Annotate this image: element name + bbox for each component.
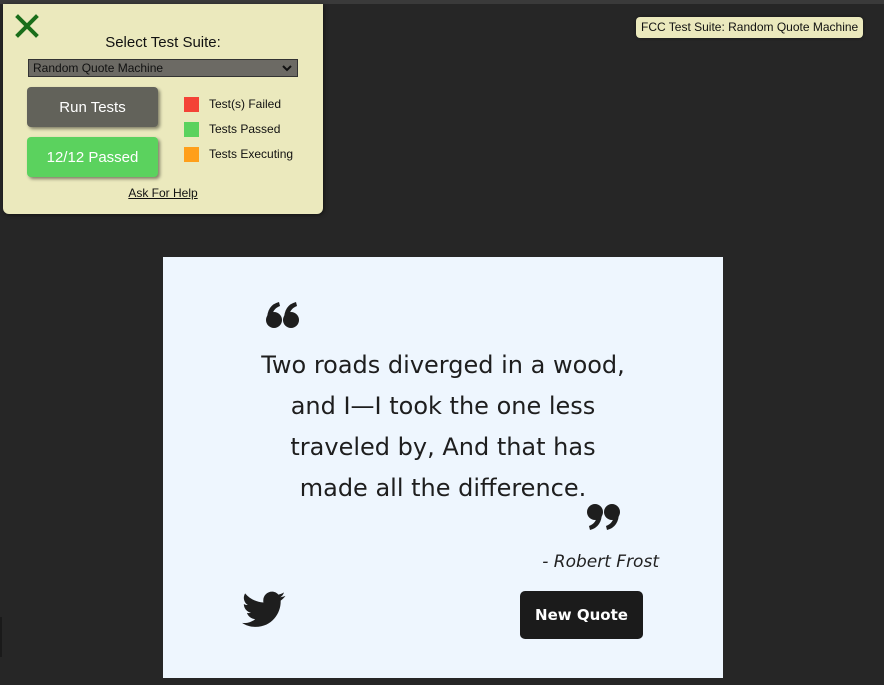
new-quote-button[interactable]: New Quote xyxy=(520,591,643,639)
legend-executing: Tests Executing xyxy=(184,146,293,162)
suite-select[interactable]: Random Quote Machine xyxy=(28,59,298,77)
fcc-test-suite-badge: FCC Test Suite: Random Quote Machine xyxy=(636,17,864,38)
suite-select-value: Random Quote Machine xyxy=(33,61,164,75)
executing-swatch xyxy=(184,146,199,162)
legend-executing-label: Tests Executing xyxy=(209,147,294,161)
open-quote-icon xyxy=(265,300,301,330)
chevron-down-icon xyxy=(280,61,294,75)
quote-text: Two roads diverged in a wood, and I—I to… xyxy=(261,351,625,502)
run-tests-button[interactable]: Run Tests xyxy=(27,87,158,127)
close-quote-icon xyxy=(585,502,621,532)
legend-passed-label: Tests Passed xyxy=(209,122,281,136)
passed-swatch xyxy=(184,121,199,137)
legend-failed-label: Test(s) Failed xyxy=(209,97,282,111)
tests-passed-button[interactable]: 12/12 Passed xyxy=(27,137,158,177)
select-suite-label: Select Test Suite: xyxy=(105,34,221,51)
legend-passed: Tests Passed xyxy=(184,121,280,137)
quote-author: - Robert Frost xyxy=(542,552,659,572)
failed-swatch xyxy=(184,96,199,112)
legend-failed: Test(s) Failed xyxy=(184,96,281,112)
quote-box: Two roads diverged in a wood, and I—I to… xyxy=(163,257,723,678)
left-edge-strip xyxy=(0,617,2,657)
twitter-icon[interactable] xyxy=(242,591,286,629)
ask-for-help-link[interactable]: Ask For Help xyxy=(3,186,323,200)
test-suite-panel: Select Test Suite: Random Quote Machine … xyxy=(3,4,323,214)
